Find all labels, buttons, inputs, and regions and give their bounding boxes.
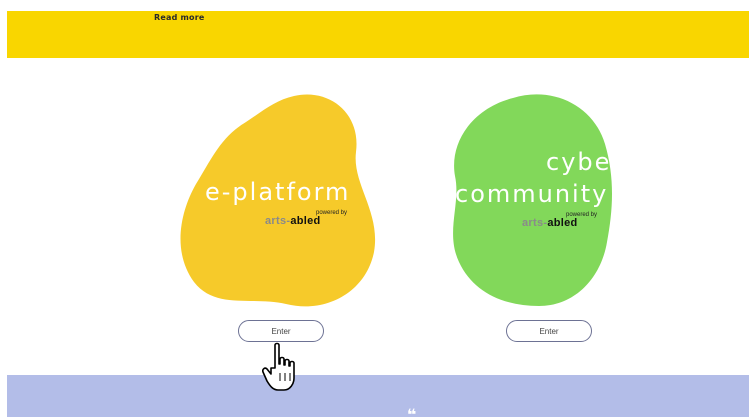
cyber-community-brand-logo: arts-abled [522,217,578,229]
bottom-banner: ❝ [7,375,749,417]
cyber-community-enter-button[interactable]: Enter [506,320,592,342]
bottom-banner-decoration: ❝ [407,405,417,417]
e-platform-title: e-platform [205,178,351,206]
page: Read more e-platform powered by arts-abl… [0,0,749,417]
cyber-community-title-line-1: cyber [546,148,624,176]
hand-pointer-icon [262,342,295,391]
e-platform-enter-button[interactable]: Enter [238,320,324,342]
brand-prefix: arts- [522,217,548,229]
cyber-community-title-line-2: community [455,180,609,208]
brand-suffix: abled [547,217,578,229]
top-banner: Read more [7,11,749,58]
read-more-link[interactable]: Read more [154,13,205,22]
brand-suffix: abled [290,215,321,227]
brand-prefix: arts- [265,215,291,227]
e-platform-powered-by: powered by [316,210,348,216]
e-platform-brand-logo: arts-abled [265,215,321,227]
